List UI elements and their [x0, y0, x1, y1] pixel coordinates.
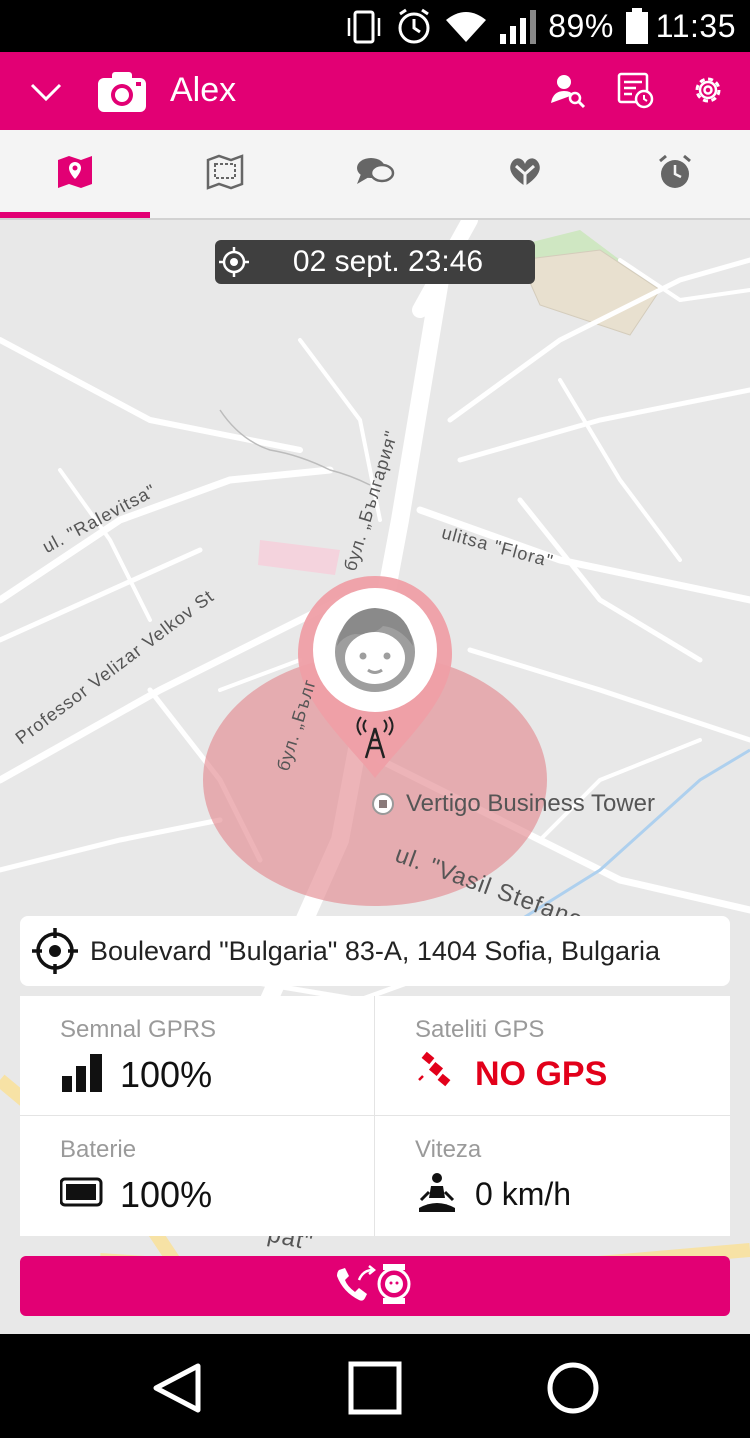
signal-bars-icon — [60, 1050, 104, 1099]
gprs-label: Semnal GPRS — [60, 1016, 217, 1043]
gps-label: Sateliti GPS — [415, 1016, 545, 1043]
status-bar: 89% 11:35 — [0, 0, 750, 52]
map-pin-icon — [56, 154, 94, 195]
battery-cell: Baterie 100% — [20, 1116, 375, 1236]
chevron-down-icon[interactable] — [26, 74, 66, 110]
gear-icon[interactable] — [688, 70, 728, 110]
clock: 11:35 — [655, 7, 736, 44]
poi-icon — [372, 793, 394, 815]
satellite-icon — [415, 1050, 459, 1099]
speed-label: Viteza — [415, 1136, 482, 1163]
tab-bar — [0, 130, 750, 220]
address-card[interactable]: Boulevard "Bulgaria" 83-A, 1404 Sofia, B… — [20, 916, 730, 986]
app-bar: Alex — [0, 52, 750, 130]
back-icon[interactable] — [150, 1360, 206, 1416]
poi-marker[interactable]: Vertigo Business Tower — [372, 790, 655, 818]
recents-icon[interactable] — [347, 1360, 403, 1416]
device-name: Alex — [170, 71, 237, 109]
map-view[interactable]: ul. "Ralevitsa" бул. „България" ulitsa "… — [0, 220, 750, 1334]
home-icon[interactable] — [545, 1360, 601, 1416]
gps-value: NO GPS — [475, 1055, 608, 1093]
status-panel: Semnal GPRS 100% Sateliti GPS NO GPS Bat… — [20, 996, 730, 1236]
tab-favorites[interactable] — [450, 130, 600, 218]
locate-icon[interactable] — [30, 926, 80, 976]
battery-value: 100% — [120, 1173, 213, 1215]
poi-name: Vertigo Business Tower — [406, 790, 656, 817]
heart-icon — [506, 154, 544, 195]
tab-chat[interactable] — [300, 130, 450, 218]
speed-value: 0 km/h — [475, 1176, 572, 1212]
battery-icon — [59, 1170, 104, 1219]
cell-tower-icon — [356, 716, 394, 760]
battery-percent: 89% — [548, 7, 614, 44]
map-area-icon — [206, 153, 244, 195]
address-text: Boulevard "Bulgaria" 83-A, 1404 Sofia, B… — [90, 935, 661, 966]
gprs-cell: Semnal GPRS 100% — [20, 996, 375, 1116]
alarm-icon — [394, 6, 434, 46]
tab-geofence[interactable] — [150, 130, 300, 218]
timestamp-text: 02 sept. 23:46 — [292, 245, 484, 278]
gps-cell: Sateliti GPS NO GPS — [375, 996, 730, 1116]
tab-alarm[interactable] — [600, 130, 750, 218]
call-watch-icon — [333, 1262, 417, 1311]
speed-cell: Viteza 0 km/h — [375, 1116, 730, 1236]
crosshair-icon — [217, 245, 251, 279]
signal-icon — [498, 6, 542, 46]
wifi-icon — [444, 6, 488, 46]
battery-label: Baterie — [60, 1136, 137, 1163]
user-search-icon[interactable] — [548, 70, 588, 110]
history-icon[interactable] — [615, 70, 655, 110]
battery-icon — [624, 6, 650, 46]
child-avatar[interactable] — [313, 588, 437, 712]
timestamp-badge: 02 sept. 23:46 — [215, 240, 535, 284]
camera-icon[interactable] — [96, 68, 148, 114]
gprs-value: 100% — [120, 1053, 213, 1095]
meditation-icon — [415, 1170, 459, 1219]
vibrate-icon — [344, 6, 384, 46]
call-watch-button[interactable] — [20, 1256, 730, 1316]
alarm-clock-icon — [656, 153, 694, 196]
system-nav-bar — [0, 1334, 750, 1438]
chat-icon — [355, 154, 395, 195]
tab-map[interactable] — [0, 130, 150, 218]
